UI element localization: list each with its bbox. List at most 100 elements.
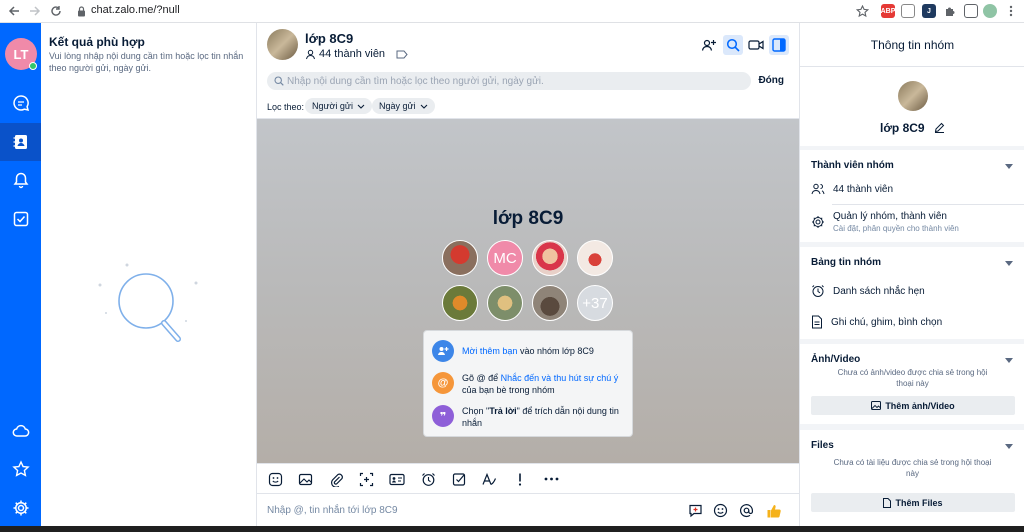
reminders-label: Danh sách nhắc hẹn [833, 285, 925, 297]
user-avatar[interactable]: LT [5, 38, 37, 70]
video-call-button[interactable] [746, 35, 766, 55]
caret-down-icon[interactable] [1005, 444, 1013, 449]
back-icon[interactable] [6, 3, 22, 19]
menu-kebab-icon[interactable] [1003, 3, 1019, 19]
edit-pencil-icon [934, 122, 945, 133]
filter-date-dropdown[interactable]: Ngày gửi [372, 98, 435, 114]
tip-invite[interactable]: Mời thêm bạn vào nhóm lớp 8C9 [432, 340, 622, 362]
files-section-title[interactable]: Files [811, 440, 834, 451]
board-section-title[interactable]: Bảng tin nhóm [811, 257, 881, 268]
tip-text: Gõ @ để [462, 373, 501, 383]
group-profile: lớp 8C9 [800, 67, 1024, 146]
puzzle-extensions-icon[interactable] [942, 3, 958, 19]
business-card-button[interactable] [388, 470, 406, 488]
search-icon [274, 76, 284, 86]
toggle-info-panel-button[interactable] [769, 35, 789, 55]
member-count[interactable]: 44 thành viên [305, 48, 408, 60]
manage-group-row[interactable]: Quản lý nhóm, thành viên Cài đặt, phân qu… [811, 211, 959, 233]
group-avatar[interactable] [267, 29, 298, 60]
message-search-input[interactable]: Nhập nội dung cần tìm hoặc lọc theo ngườ… [267, 72, 751, 90]
search-messages-button[interactable] [723, 35, 743, 55]
member-avatar[interactable] [577, 240, 613, 276]
text-format-icon [482, 472, 497, 485]
manage-group-sublabel: Cài đặt, phân quyền cho thành viên [833, 224, 959, 233]
add-member-button[interactable] [699, 35, 719, 55]
info-group-name-label: lớp 8C9 [880, 121, 925, 135]
emoji-button[interactable] [712, 502, 729, 519]
nav-settings[interactable] [0, 489, 41, 527]
thumbs-up-button[interactable] [765, 502, 782, 519]
caret-down-icon[interactable] [1005, 164, 1013, 169]
document-icon [812, 315, 822, 329]
text-format-button[interactable] [480, 470, 498, 488]
adblock-extension-icon[interactable]: ABP [881, 4, 895, 18]
group-welcome-title: lớp 8C9 [492, 208, 564, 229]
screenshot-button[interactable] [357, 470, 375, 488]
results-title: Kết quả phù hợp [49, 35, 145, 49]
sticker-button[interactable] [266, 470, 284, 488]
member-avatar[interactable] [442, 285, 478, 321]
reload-icon[interactable] [48, 3, 64, 19]
caret-down-icon[interactable] [1005, 261, 1013, 266]
files-section: Files Chưa có tài liệu được chia sẻ tron… [800, 430, 1024, 526]
nav-messages[interactable] [0, 84, 41, 122]
more-members-avatar[interactable]: +37 [577, 285, 613, 321]
urgent-button[interactable] [511, 470, 529, 488]
member-avatar[interactable] [442, 240, 478, 276]
filter-sender-dropdown[interactable]: Người gửi [305, 98, 372, 114]
tip-reply[interactable]: ❞ Chọn "Trả lời" để trích dẫn nội dung t… [432, 405, 622, 429]
online-status-dot [29, 62, 37, 70]
invite-link[interactable]: Mời thêm bạn [462, 346, 517, 356]
nav-cloud[interactable] [0, 412, 41, 450]
profile-avatar-icon[interactable] [983, 4, 997, 18]
quick-reply-button[interactable] [687, 502, 704, 519]
member-avatar[interactable] [532, 240, 568, 276]
close-search-button[interactable]: Đóng [758, 75, 784, 86]
add-files-button[interactable]: Thêm Files [811, 493, 1015, 512]
message-search-bar: Nhập nội dung cần tìm hoặc lọc theo ngườ… [257, 67, 799, 94]
reminder-button[interactable] [419, 470, 437, 488]
j-extension-icon[interactable]: J [922, 4, 936, 18]
group-avatar-large[interactable] [898, 81, 928, 111]
user-initials: LT [13, 46, 29, 62]
add-friend-icon [432, 340, 454, 362]
members-count-row[interactable]: 44 thành viên [811, 183, 893, 195]
tip-text: vào nhóm lớp 8C9 [517, 346, 594, 356]
people-icon [811, 183, 825, 195]
members-section-title[interactable]: Thành viên nhóm [811, 160, 894, 171]
image-icon [871, 401, 882, 410]
filter-date-label: Ngày gửi [379, 101, 416, 111]
mention-button[interactable] [738, 502, 755, 519]
more-options-button[interactable] [542, 470, 560, 488]
forward-icon[interactable] [27, 3, 43, 19]
caret-down-icon[interactable] [1005, 358, 1013, 363]
message-input[interactable]: Nhập @, tin nhắn tới lớp 8C9 [267, 505, 398, 516]
download-extension-icon[interactable] [964, 4, 978, 18]
member-avatar[interactable] [487, 285, 523, 321]
tip-mention[interactable]: @ Gõ @ để Nhắc đến và thu hút sự chú ý c… [432, 372, 622, 396]
member-avatar-mc[interactable]: MC [487, 240, 523, 276]
add-media-button[interactable]: Thêm ảnh/Video [811, 396, 1015, 415]
bookmark-star-icon[interactable] [854, 3, 870, 19]
nav-notifications[interactable] [0, 161, 41, 199]
task-button[interactable] [450, 470, 468, 488]
mention-link[interactable]: Nhắc đến và thu hút sự chú ý [501, 373, 619, 383]
notes-row[interactable]: Ghi chú, ghim, bình chọn [811, 315, 942, 329]
media-section-title[interactable]: Ảnh/Video [811, 354, 860, 365]
left-navigation: LT [0, 23, 41, 526]
magnifier-illustration-icon [98, 263, 198, 342]
nav-contacts[interactable] [0, 123, 41, 161]
lock-icon [73, 3, 89, 19]
image-button[interactable] [296, 470, 314, 488]
attachment-button[interactable] [327, 470, 345, 488]
member-avatar[interactable] [532, 285, 568, 321]
tag-icon [396, 50, 408, 58]
address-bar[interactable]: chat.zalo.me/?null [91, 4, 180, 16]
reminders-row[interactable]: Danh sách nhắc hẹn [811, 284, 925, 298]
nav-todo[interactable] [0, 200, 41, 238]
group-name[interactable]: lớp 8C9 [305, 31, 353, 46]
shield-extension-icon[interactable] [901, 4, 915, 18]
tip-text: của bạn bè trong nhóm [462, 385, 555, 395]
nav-favorites[interactable] [0, 450, 41, 488]
video-camera-icon [748, 40, 764, 50]
